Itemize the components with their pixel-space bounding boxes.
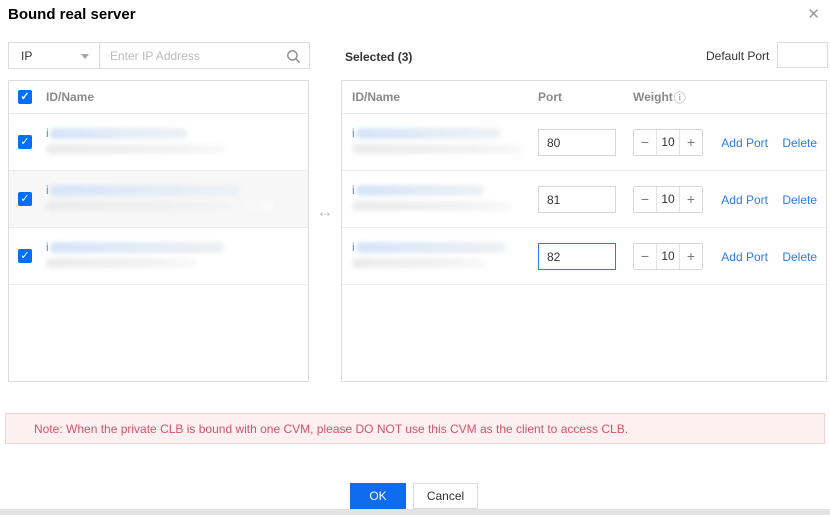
available-server-row[interactable]: ✓ i — [9, 228, 308, 285]
redacted-server-name — [46, 258, 196, 268]
weight-stepper: − 10 + — [633, 186, 703, 213]
weight-decrease-button[interactable]: − — [634, 244, 656, 269]
server-id-name: i — [352, 126, 524, 157]
redacted-server-name — [352, 258, 487, 268]
redacted-server-name — [46, 201, 274, 211]
server-id-text: i — [46, 183, 49, 197]
server-id-text: i — [352, 126, 355, 140]
port-input[interactable] — [538, 129, 616, 156]
selected-count-label: Selected (3) — [345, 50, 412, 64]
delete-link[interactable]: Delete — [782, 136, 817, 150]
weight-stepper: − 10 + — [633, 129, 703, 156]
search-type-dropdown[interactable]: IP — [8, 42, 100, 69]
weight-increase-button[interactable]: + — [680, 187, 702, 212]
server-id-name: i — [46, 183, 274, 214]
weight-increase-button[interactable]: + — [680, 244, 702, 269]
cancel-button[interactable]: Cancel — [413, 483, 478, 509]
redacted-server-id — [356, 128, 501, 139]
available-server-row[interactable]: ✓ i — [9, 114, 308, 171]
bound-real-server-dialog: Bound real server ✕ IP ✓ ID/Name ✓ i ✓ — [0, 0, 830, 515]
selected-server-row: i − 10 + Add Port Delete — [342, 171, 826, 228]
search-type-value: IP — [21, 49, 32, 63]
server-id-text: i — [46, 240, 49, 254]
weight-value[interactable]: 10 — [656, 187, 680, 212]
clb-warning-note: Note: When the private CLB is bound with… — [5, 413, 825, 444]
default-port-label: Default Port — [706, 49, 769, 63]
filter-bar: IP — [8, 42, 310, 69]
available-id-name-header: ID/Name — [46, 90, 94, 104]
search-icon — [286, 49, 301, 67]
page-background-strip — [0, 509, 830, 515]
row-checkbox[interactable]: ✓ — [18, 135, 32, 149]
weight-stepper: − 10 + — [633, 243, 703, 270]
row-checkbox[interactable]: ✓ — [18, 192, 32, 206]
redacted-server-name — [352, 201, 512, 211]
server-id-name: i — [352, 240, 506, 271]
server-id-text: i — [352, 183, 355, 197]
port-column-header: Port — [538, 90, 562, 104]
note-text: Note: When the private CLB is bound with… — [34, 422, 628, 436]
dialog-title: Bound real server — [8, 6, 136, 23]
close-icon[interactable]: ✕ — [807, 6, 820, 24]
available-table-header: ✓ ID/Name — [9, 81, 308, 114]
weight-decrease-button[interactable]: − — [634, 130, 656, 155]
row-actions: Add Port Delete — [721, 193, 817, 207]
available-server-row[interactable]: ✓ i — [9, 171, 308, 228]
server-id-name: i — [46, 126, 226, 157]
add-port-link[interactable]: Add Port — [721, 136, 768, 150]
transfer-arrow-icon: ↔ — [309, 202, 341, 222]
select-all-checkbox[interactable]: ✓ — [18, 90, 32, 104]
selected-server-row: i − 10 + Add Port Delete — [342, 114, 826, 171]
server-id-name: i — [46, 240, 225, 271]
ip-search-box — [100, 42, 310, 69]
server-id-name: i — [352, 183, 512, 214]
weight-column-header: Weightⓘ — [633, 89, 686, 106]
redacted-server-id — [50, 185, 240, 196]
selected-table-header: ID/Name Port Weightⓘ — [342, 81, 826, 114]
weight-decrease-button[interactable]: − — [634, 187, 656, 212]
chevron-down-icon — [81, 54, 89, 59]
delete-link[interactable]: Delete — [782, 193, 817, 207]
available-servers-table: ✓ ID/Name ✓ i ✓ i ✓ i — [8, 80, 309, 382]
add-port-link[interactable]: Add Port — [721, 193, 768, 207]
server-id-text: i — [352, 240, 355, 254]
redacted-server-name — [352, 144, 524, 154]
selected-servers-table: ID/Name Port Weightⓘ i − 10 + Add Port D… — [341, 80, 827, 382]
port-input[interactable] — [538, 243, 616, 270]
redacted-server-name — [46, 144, 226, 154]
ip-search-input[interactable] — [100, 43, 309, 68]
default-port-input[interactable] — [777, 42, 828, 68]
row-checkbox[interactable]: ✓ — [18, 249, 32, 263]
redacted-server-id — [356, 242, 506, 253]
redacted-server-id — [50, 128, 188, 139]
weight-increase-button[interactable]: + — [680, 130, 702, 155]
port-input[interactable] — [538, 186, 616, 213]
row-actions: Add Port Delete — [721, 250, 817, 264]
redacted-server-id — [356, 185, 484, 196]
weight-value[interactable]: 10 — [656, 130, 680, 155]
weight-value[interactable]: 10 — [656, 244, 680, 269]
server-id-text: i — [46, 126, 49, 140]
id-name-column-header: ID/Name — [352, 90, 400, 104]
selected-server-row: i − 10 + Add Port Delete — [342, 228, 826, 285]
add-port-link[interactable]: Add Port — [721, 250, 768, 264]
weight-info-icon[interactable]: ⓘ — [674, 89, 686, 106]
delete-link[interactable]: Delete — [782, 250, 817, 264]
redacted-server-id — [50, 242, 225, 253]
ok-button[interactable]: OK — [350, 483, 406, 509]
row-actions: Add Port Delete — [721, 136, 817, 150]
